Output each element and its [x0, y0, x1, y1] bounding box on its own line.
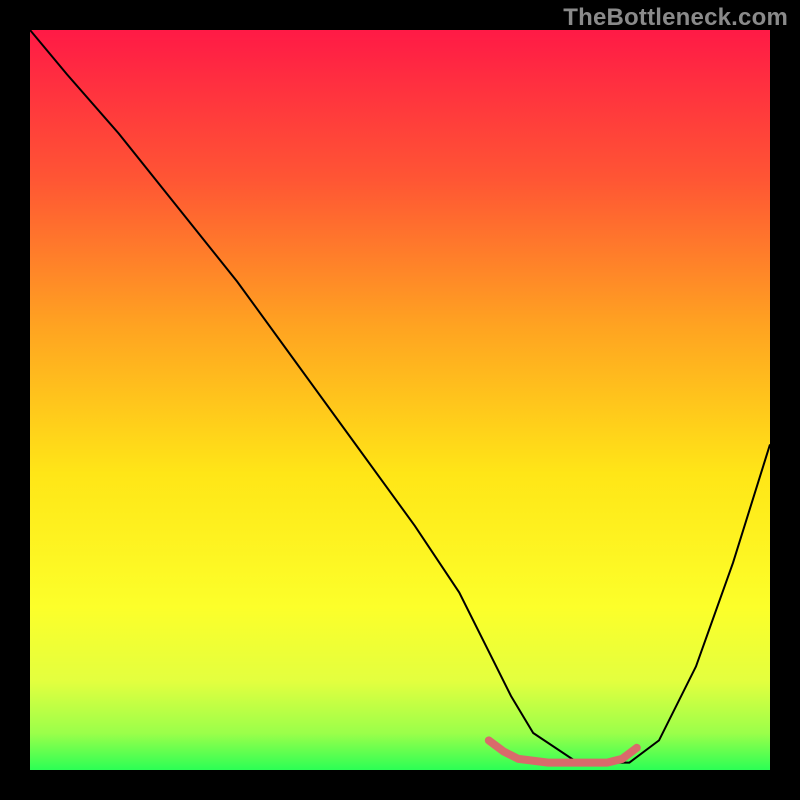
chart-frame: TheBottleneck.com — [0, 0, 800, 800]
chart-svg — [30, 30, 770, 770]
plot-area — [30, 30, 770, 770]
watermark-text: TheBottleneck.com — [563, 4, 788, 32]
gradient-background — [30, 30, 770, 770]
